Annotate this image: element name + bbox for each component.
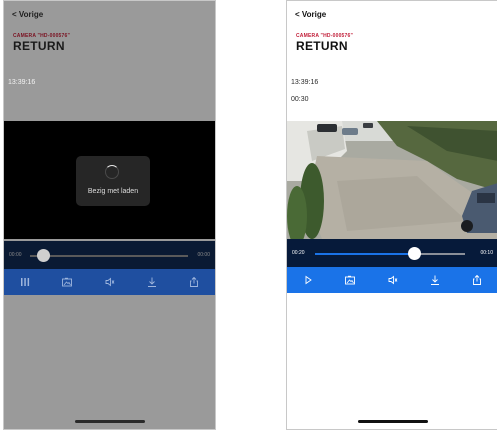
snapshot-icon — [62, 277, 73, 287]
download-icon — [430, 275, 439, 285]
video-scrubber[interactable]: 00:00 00:00 — [4, 241, 215, 269]
elapsed-time: 00:00 — [9, 252, 22, 258]
share-icon — [189, 276, 198, 287]
clip-duration: 00:30 — [291, 96, 309, 103]
scrub-track[interactable] — [30, 255, 188, 257]
scrub-handle[interactable] — [407, 247, 421, 260]
phone-screen-loading: < Vorige CAMERA "HD-000576" RETURN 13:39… — [3, 0, 216, 430]
back-button[interactable]: < Vorige — [12, 10, 43, 19]
pause-icon — [21, 278, 30, 286]
back-button[interactable]: < Vorige — [295, 10, 326, 19]
play-icon — [305, 275, 312, 285]
home-indicator — [358, 420, 428, 423]
snapshot-button[interactable] — [46, 269, 88, 295]
share-button[interactable] — [456, 267, 497, 293]
share-button[interactable] — [173, 269, 215, 295]
loading-overlay: Bezig met laden — [76, 156, 150, 206]
video-player[interactable] — [287, 121, 497, 239]
scrub-progress — [315, 253, 414, 255]
page-title: RETURN — [296, 39, 348, 53]
player-toolbar — [4, 269, 215, 295]
scrub-handle[interactable] — [37, 249, 50, 262]
player-toolbar — [287, 267, 497, 293]
spinner-icon — [105, 165, 119, 179]
timestamp: 13:39:16 — [291, 79, 319, 86]
page-title: RETURN — [13, 39, 65, 53]
video-scrubber[interactable]: 00:20 00:10 — [287, 239, 497, 267]
share-icon — [472, 274, 481, 285]
phone-screen-playing: < Vorige CAMERA "HD-000576" RETURN 13:39… — [286, 0, 497, 430]
mute-icon — [105, 277, 114, 287]
total-time: 00:00 — [197, 252, 210, 258]
video-player[interactable]: Bezig met laden — [4, 121, 215, 239]
home-indicator — [75, 420, 145, 423]
pause-button[interactable] — [4, 269, 46, 295]
download-icon — [147, 277, 156, 287]
snapshot-button[interactable] — [329, 267, 371, 293]
mute-button[interactable] — [88, 269, 130, 295]
elapsed-time: 00:20 — [292, 250, 305, 256]
mute-icon — [388, 275, 397, 285]
play-button[interactable] — [287, 267, 329, 293]
total-time: 00:10 — [480, 250, 493, 256]
mute-button[interactable] — [371, 267, 413, 293]
download-button[interactable] — [414, 267, 456, 293]
timestamp: 13:39:16 — [8, 79, 36, 86]
camera-feed-image — [287, 121, 497, 239]
snapshot-icon — [345, 275, 356, 285]
download-button[interactable] — [131, 269, 173, 295]
loading-text: Bezig met laden — [87, 188, 139, 195]
